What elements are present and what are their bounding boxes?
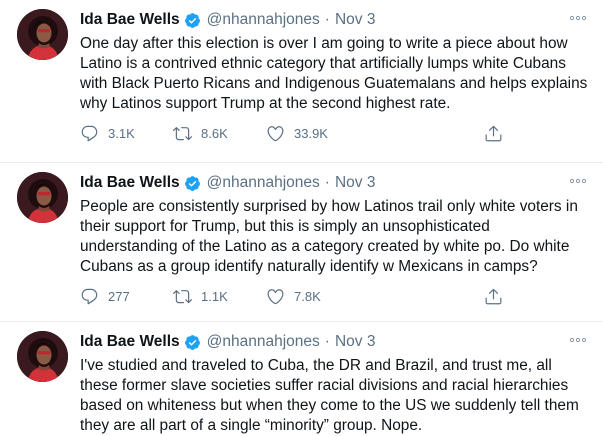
separator: · bbox=[324, 11, 330, 28]
reply-button[interactable]: 277 bbox=[80, 287, 173, 306]
tweet-date[interactable]: Nov 3 bbox=[335, 174, 376, 192]
tweet-text: One day after this election is over I am… bbox=[80, 35, 588, 112]
tweet-text: People are consistently surprised by how… bbox=[80, 198, 578, 275]
reply-button[interactable]: 3.1K bbox=[80, 124, 173, 143]
tweet-header: Ida Bae Wells @nhannahjones · Nov 3 bbox=[80, 173, 375, 193]
share-icon bbox=[484, 124, 503, 143]
like-count: 33.9K bbox=[294, 125, 328, 141]
author-handle[interactable]: @nhannahjones bbox=[207, 174, 320, 192]
like-icon bbox=[266, 287, 285, 306]
like-icon bbox=[266, 124, 285, 143]
more-icon[interactable] bbox=[569, 14, 587, 22]
verified-badge-icon bbox=[184, 334, 201, 351]
tweet[interactable]: Ida Bae Wells @nhannahjones · Nov 3 Peop… bbox=[0, 163, 603, 322]
more-icon[interactable] bbox=[569, 336, 587, 344]
retweet-count: 1.1K bbox=[201, 288, 228, 304]
reply-count: 277 bbox=[108, 288, 130, 304]
retweet-button[interactable]: 1.1K bbox=[173, 287, 266, 306]
like-button[interactable]: 33.9K bbox=[266, 124, 359, 143]
retweet-count: 8.6K bbox=[201, 125, 228, 141]
verified-badge-icon bbox=[184, 175, 201, 192]
avatar[interactable] bbox=[17, 172, 68, 223]
avatar[interactable] bbox=[17, 9, 68, 60]
verified-badge-icon bbox=[184, 12, 201, 29]
retweet-icon bbox=[173, 287, 192, 306]
like-button[interactable]: 7.8K bbox=[266, 287, 359, 306]
tweet-actions: 277 1.1K 7.8K bbox=[80, 286, 510, 306]
share-button[interactable] bbox=[484, 124, 577, 143]
tweet-text: I've studied and traveled to Cuba, the D… bbox=[80, 357, 579, 434]
tweet[interactable]: Ida Bae Wells @nhannahjones · Nov 3 One … bbox=[0, 0, 603, 163]
tweet-header: Ida Bae Wells @nhannahjones · Nov 3 bbox=[80, 332, 375, 352]
tweet-actions: 3.1K 8.6K 33.9K bbox=[80, 123, 510, 143]
author-handle[interactable]: @nhannahjones bbox=[207, 11, 320, 29]
retweet-button[interactable]: 8.6K bbox=[173, 124, 266, 143]
separator: · bbox=[324, 174, 330, 191]
share-button[interactable] bbox=[484, 287, 577, 306]
reply-count: 3.1K bbox=[108, 125, 135, 141]
more-icon[interactable] bbox=[569, 177, 587, 185]
tweet-date[interactable]: Nov 3 bbox=[335, 11, 376, 29]
avatar[interactable] bbox=[17, 331, 68, 382]
reply-icon bbox=[80, 124, 99, 143]
author-handle[interactable]: @nhannahjones bbox=[207, 333, 320, 351]
author-name[interactable]: Ida Bae Wells bbox=[80, 11, 180, 29]
tweet-date[interactable]: Nov 3 bbox=[335, 333, 376, 351]
tweet-header: Ida Bae Wells @nhannahjones · Nov 3 bbox=[80, 10, 375, 30]
author-name[interactable]: Ida Bae Wells bbox=[80, 174, 180, 192]
reply-icon bbox=[80, 287, 99, 306]
like-count: 7.8K bbox=[294, 288, 321, 304]
separator: · bbox=[324, 333, 330, 350]
tweet[interactable]: Ida Bae Wells @nhannahjones · Nov 3 I've… bbox=[0, 322, 603, 435]
author-name[interactable]: Ida Bae Wells bbox=[80, 333, 180, 351]
retweet-icon bbox=[173, 124, 192, 143]
share-icon bbox=[484, 287, 503, 306]
